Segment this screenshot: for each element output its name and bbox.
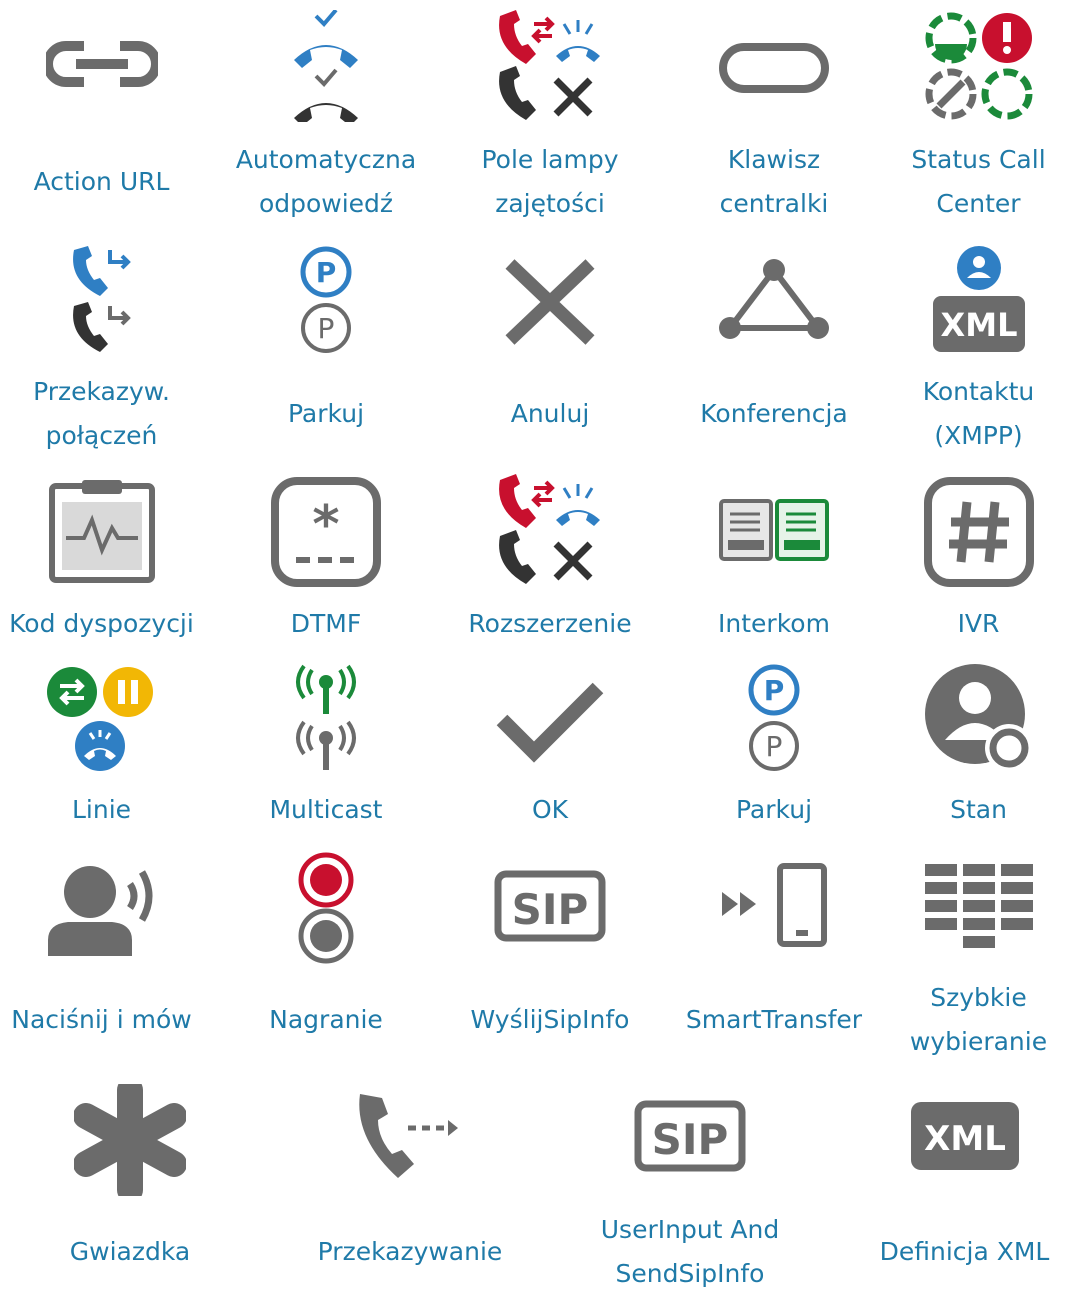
item-label: Interkom: [718, 609, 830, 638]
list-item: P P Parkuj: [214, 232, 438, 464]
link-icon: [45, 38, 158, 98]
list-item: Konferencja: [662, 232, 886, 464]
list-item: Szybkie wybieranie: [886, 850, 1071, 1082]
svg-text:P: P: [316, 256, 337, 289]
list-item: OK: [438, 650, 662, 850]
item-label: Linie: [71, 795, 132, 824]
call-forward-icon: [70, 244, 134, 356]
list-item: Przekazywanie: [298, 1082, 522, 1288]
lines-icon: [46, 666, 158, 778]
item-label: Gwiazdka: [69, 1237, 191, 1266]
item-label: Kontaktu (XMPP): [922, 377, 1035, 450]
list-item: Status Call Center: [886, 0, 1071, 232]
list-item: SmartTransfer: [662, 850, 886, 1082]
list-item: Action URL: [0, 0, 203, 232]
item-label: Automatyczna odpowiedź: [235, 145, 417, 218]
item-label: DTMF: [290, 609, 362, 638]
item-label: Parkuj: [287, 399, 365, 428]
list-item: * DTMF: [214, 464, 438, 650]
list-item: Rozszerzenie: [438, 464, 662, 650]
cancel-icon: [502, 258, 598, 346]
record-icon: [296, 852, 356, 964]
item-label: Nagranie: [269, 1005, 383, 1034]
item-label: Kod dyspozycji: [9, 609, 194, 638]
park-icon: P P: [746, 662, 802, 774]
item-label: Pole lampy zajętości: [481, 145, 619, 218]
pbx-key-icon: [718, 42, 830, 94]
call-center-status-icon: [923, 10, 1035, 122]
park-icon: P P: [298, 244, 354, 356]
list-item: IVR: [886, 464, 1071, 650]
smart-transfer-icon: [718, 862, 830, 948]
list-item: Klawisz centralki: [662, 0, 886, 232]
auto-answer-icon: [286, 10, 366, 122]
item-label: Szybkie wybieranie: [909, 983, 1048, 1056]
svg-text:SIP: SIP: [652, 1115, 729, 1164]
item-label: Multicast: [269, 795, 383, 824]
item-label: Stan: [950, 795, 1007, 824]
conference-icon: [718, 258, 830, 342]
item-label: WyślijSipInfo: [470, 1005, 630, 1034]
item-label: Przekazyw. połączeń: [33, 377, 170, 450]
list-item: XML Kontaktu (XMPP): [886, 232, 1071, 464]
extension-icon: [494, 474, 606, 586]
xmpp-contact-icon: XML: [931, 246, 1027, 354]
list-item: Stan: [886, 650, 1071, 850]
svg-text:*: *: [312, 495, 339, 555]
disposition-code-icon: [48, 476, 156, 584]
intercom-icon: [718, 498, 830, 562]
item-label: IVR: [957, 609, 1000, 638]
xml-icon: XML: [909, 1100, 1021, 1172]
list-item: Interkom: [662, 464, 886, 650]
list-item: Linie: [0, 650, 203, 850]
list-item: Pole lampy zajętości: [438, 0, 662, 232]
sip-icon: SIP: [494, 870, 606, 942]
speed-dial-icon: [923, 862, 1035, 950]
list-item: Automatyczna odpowiedź: [214, 0, 438, 232]
item-label: Naciśnij i mów: [11, 1005, 192, 1034]
item-label: Klawisz centralki: [719, 145, 829, 218]
dtmf-icon: *: [270, 476, 382, 588]
multicast-icon: [294, 662, 358, 774]
item-label: Status Call Center: [911, 145, 1046, 218]
push-to-talk-icon: [46, 858, 158, 958]
busy-lamp-field-icon: [494, 10, 606, 122]
item-label: Konferencja: [700, 399, 848, 428]
list-item: SIP UserInput And SendSipInfo: [578, 1082, 802, 1288]
ivr-icon: [923, 476, 1035, 588]
item-label: Rozszerzenie: [468, 609, 632, 638]
status-icon: [923, 662, 1035, 774]
list-item: Anuluj: [438, 232, 662, 464]
list-item: P P Parkuj: [662, 650, 886, 850]
svg-text:P: P: [764, 674, 785, 707]
item-label: Action URL: [33, 167, 170, 196]
item-label: SmartTransfer: [685, 1005, 863, 1034]
svg-text:SIP: SIP: [512, 885, 589, 934]
item-label: UserInput And SendSipInfo: [600, 1215, 780, 1288]
list-item: Naciśnij i mów: [0, 850, 203, 1082]
list-item: Gwiazdka: [18, 1082, 242, 1288]
item-label: Anuluj: [510, 399, 590, 428]
item-label: Przekazywanie: [317, 1237, 503, 1266]
list-item: Przekazyw. połączeń: [0, 232, 203, 464]
list-item: SIP WyślijSipInfo: [438, 850, 662, 1082]
svg-text:XML: XML: [924, 1119, 1006, 1159]
svg-text:P: P: [318, 312, 335, 345]
list-item: XML Definicja XML: [858, 1082, 1071, 1288]
item-label: OK: [531, 795, 569, 824]
svg-text:P: P: [766, 730, 783, 763]
sip-icon: SIP: [634, 1100, 746, 1172]
list-item: Kod dyspozycji: [0, 464, 203, 650]
list-item: Multicast: [214, 650, 438, 850]
svg-text:XML: XML: [940, 306, 1017, 344]
transfer-icon: [354, 1088, 466, 1184]
check-icon: [494, 680, 606, 764]
item-label: Parkuj: [735, 795, 813, 824]
list-item: Nagranie: [214, 850, 438, 1082]
star-icon: [74, 1084, 186, 1196]
item-label: Definicja XML: [879, 1237, 1050, 1266]
